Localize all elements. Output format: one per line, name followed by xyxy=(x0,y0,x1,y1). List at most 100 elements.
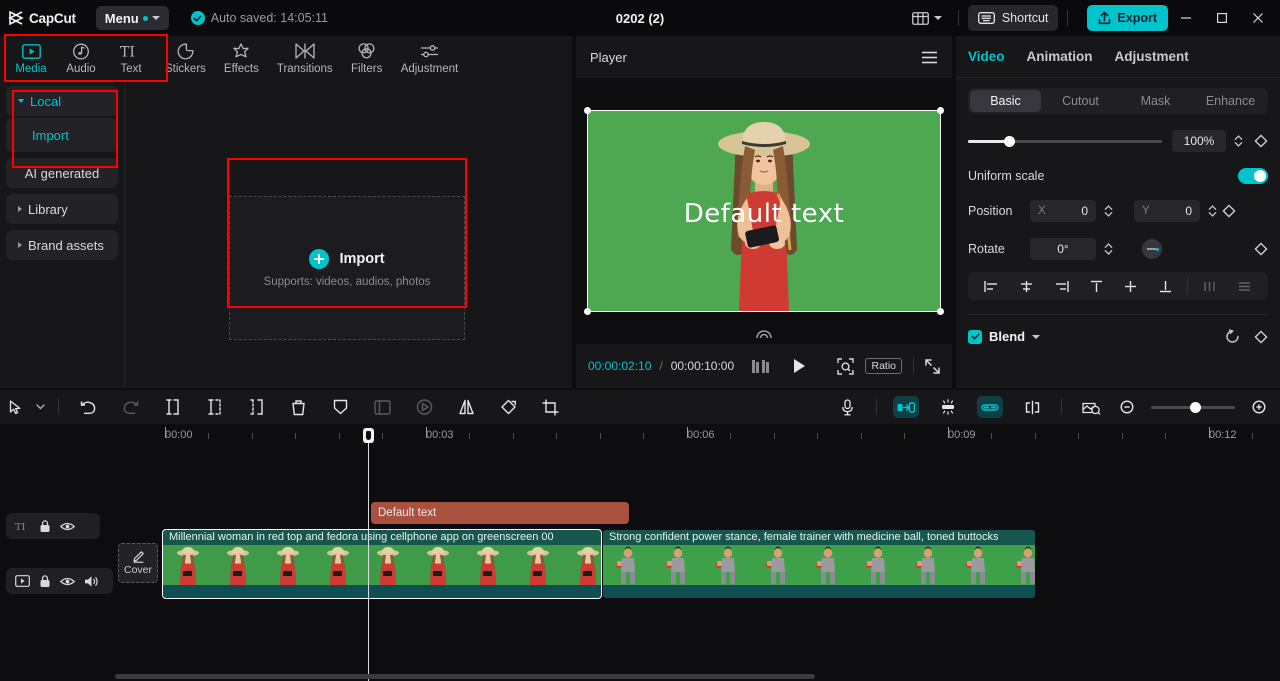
segment-enhance[interactable]: Enhance xyxy=(1195,90,1266,112)
crop-frame-icon[interactable] xyxy=(361,390,403,424)
position-x-input[interactable]: X 0 xyxy=(1030,200,1096,222)
tab-audio[interactable]: Audio xyxy=(56,36,106,80)
timeline-horizontal-scrollbar[interactable] xyxy=(115,674,815,679)
overlay-text[interactable]: Default text xyxy=(587,199,941,229)
export-button[interactable]: Export xyxy=(1087,5,1168,31)
tab-transitions[interactable]: Transitions xyxy=(268,36,342,80)
distribute-vertical-icon[interactable] xyxy=(1227,272,1262,300)
timeline[interactable]: 00:00 00:03 00:06 00:09 00:12 TI Cover D… xyxy=(0,424,1280,681)
chevron-down-icon[interactable] xyxy=(30,390,50,424)
eye-icon[interactable] xyxy=(60,576,75,587)
segment-basic[interactable]: Basic xyxy=(970,90,1041,112)
sidebar-item-ai-generated[interactable]: AI generated xyxy=(6,158,118,188)
tab-animation[interactable]: Animation xyxy=(1027,49,1093,64)
link-clip-icon[interactable] xyxy=(893,396,919,418)
trim-left-icon[interactable] xyxy=(193,390,235,424)
resize-handle-top-right[interactable] xyxy=(937,107,944,114)
timeline-clip-text[interactable]: Default text xyxy=(371,502,629,524)
resize-handle-bottom-left[interactable] xyxy=(584,308,591,315)
scale-slider[interactable] xyxy=(968,135,1162,147)
lock-icon[interactable] xyxy=(39,519,51,533)
frames-icon[interactable] xyxy=(752,359,772,373)
sidebar-item-local[interactable]: Local xyxy=(6,86,118,116)
maximize-icon[interactable] xyxy=(1204,0,1240,36)
menu-button[interactable]: Menu xyxy=(95,6,169,30)
segment-mask[interactable]: Mask xyxy=(1120,90,1191,112)
timeline-clip-video-2[interactable]: Strong confident power stance, female tr… xyxy=(603,530,1035,598)
zoom-out-icon[interactable] xyxy=(1112,390,1142,424)
eye-icon[interactable] xyxy=(60,521,75,532)
rotate-handle-icon[interactable] xyxy=(755,328,773,340)
tab-adjustment-props[interactable]: Adjustment xyxy=(1115,49,1189,64)
reverse-icon[interactable] xyxy=(403,390,445,424)
sidebar-item-import[interactable]: Import xyxy=(6,118,118,152)
align-bottom-icon[interactable] xyxy=(1148,272,1183,300)
tab-media[interactable]: Media xyxy=(6,36,56,80)
cover-button[interactable]: Cover xyxy=(118,543,158,583)
magnet-snap-icon[interactable] xyxy=(927,390,969,424)
playhead-grip[interactable] xyxy=(363,428,374,443)
align-center-horizontal-icon[interactable] xyxy=(1009,272,1044,300)
timeline-clip-video-1[interactable]: Millennial woman in red top and fedora u… xyxy=(162,529,602,599)
mirror-icon[interactable] xyxy=(445,390,487,424)
keyframe-diamond-icon[interactable] xyxy=(1254,134,1268,148)
tab-adjustment[interactable]: Adjustment xyxy=(392,36,468,80)
select-arrow-icon[interactable] xyxy=(0,390,30,424)
rotate-stepper[interactable] xyxy=(1100,238,1116,260)
trim-right-icon[interactable] xyxy=(235,390,277,424)
zoom-in-icon[interactable] xyxy=(1244,390,1274,424)
rotate-keyframe-diamond-icon[interactable] xyxy=(1254,242,1268,256)
layout-button[interactable] xyxy=(905,8,949,29)
timeline-ruler[interactable]: 00:00 00:03 00:06 00:09 00:12 xyxy=(115,424,1280,450)
undo-icon[interactable] xyxy=(67,390,109,424)
play-icon[interactable] xyxy=(792,358,806,374)
tab-text[interactable]: TI Text xyxy=(106,36,156,80)
blend-keyframe-diamond-icon[interactable] xyxy=(1254,329,1268,344)
align-left-icon[interactable] xyxy=(974,272,1009,300)
hamburger-icon[interactable] xyxy=(921,51,938,64)
resize-handle-bottom-right[interactable] xyxy=(937,308,944,315)
distribute-horizontal-icon[interactable] xyxy=(1192,272,1227,300)
reset-icon[interactable] xyxy=(1225,329,1240,344)
current-timecode[interactable]: 00:00:02:10 xyxy=(588,359,651,373)
blend-checkbox[interactable] xyxy=(968,329,982,344)
uniform-scale-toggle[interactable] xyxy=(1238,168,1268,184)
minimize-icon[interactable] xyxy=(1168,0,1204,36)
position-x-stepper[interactable] xyxy=(1100,200,1116,222)
import-dropzone[interactable]: Import Supports: videos, audios, photos xyxy=(229,196,465,340)
position-y-input[interactable]: Y 0 xyxy=(1134,200,1200,222)
redo-icon[interactable] xyxy=(109,390,151,424)
align-top-icon[interactable] xyxy=(1079,272,1114,300)
rotate-dial[interactable] xyxy=(1142,239,1162,259)
focus-crop-icon[interactable] xyxy=(837,357,855,375)
rotate-icon[interactable] xyxy=(487,390,529,424)
align-right-icon[interactable] xyxy=(1044,272,1079,300)
fullscreen-icon[interactable] xyxy=(925,358,940,374)
segment-cutout[interactable]: Cutout xyxy=(1045,90,1116,112)
preview-thumbnail-icon[interactable] xyxy=(1070,390,1112,424)
shortcut-button[interactable]: Shortcut xyxy=(967,5,1059,31)
crop-icon[interactable] xyxy=(529,390,571,424)
lock-icon[interactable] xyxy=(39,574,51,588)
video-canvas[interactable]: Default text xyxy=(584,107,944,315)
close-icon[interactable] xyxy=(1240,0,1276,36)
sidebar-item-brand-assets[interactable]: Brand assets xyxy=(6,230,118,260)
chevron-down-icon[interactable] xyxy=(1032,334,1041,339)
scale-slider-knob[interactable] xyxy=(1003,135,1015,147)
ratio-button[interactable]: Ratio xyxy=(865,358,902,374)
scale-stepper[interactable] xyxy=(1230,130,1246,152)
resize-handle-top-left[interactable] xyxy=(584,107,591,114)
tab-effects[interactable]: Effects xyxy=(215,36,268,80)
delete-icon[interactable] xyxy=(277,390,319,424)
tab-stickers[interactable]: Stickers xyxy=(156,36,215,80)
timeline-zoom-slider[interactable] xyxy=(1151,401,1235,413)
rotate-input[interactable]: 0° xyxy=(1030,238,1096,260)
position-keyframe-diamond-icon[interactable] xyxy=(1222,204,1236,218)
split-icon[interactable] xyxy=(151,390,193,424)
tab-video[interactable]: Video xyxy=(968,49,1005,64)
microphone-icon[interactable] xyxy=(826,390,868,424)
sidebar-item-library[interactable]: Library xyxy=(6,194,118,224)
volume-icon[interactable] xyxy=(84,575,99,588)
tab-filters[interactable]: Filters xyxy=(342,36,392,80)
freeze-icon[interactable] xyxy=(319,390,361,424)
